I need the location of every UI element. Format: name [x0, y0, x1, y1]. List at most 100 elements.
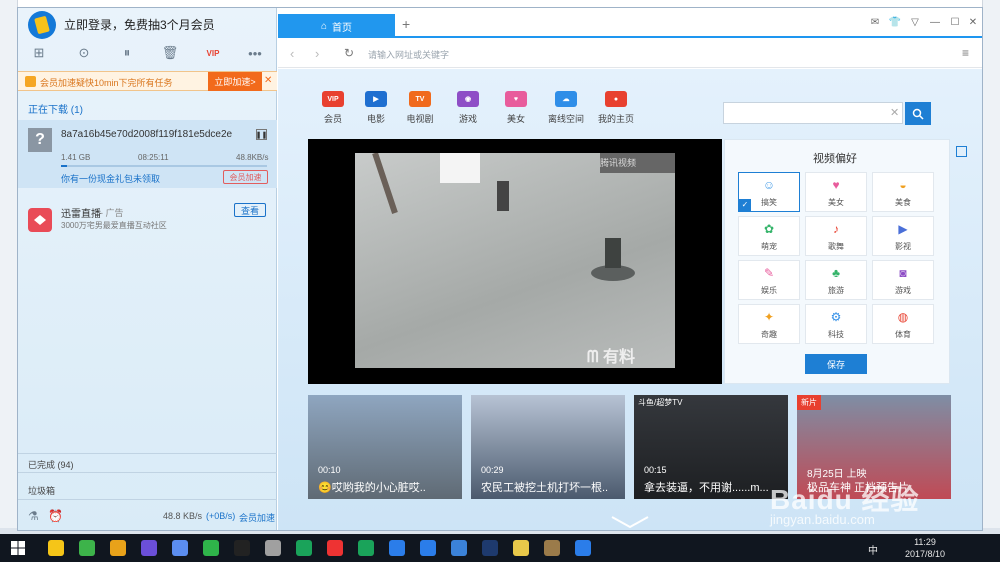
pref-7[interactable]: ♣ 旅游 [805, 260, 867, 300]
new-task-icon[interactable]: ⊞ [30, 44, 48, 62]
completed-section[interactable]: 已完成 (94) [18, 453, 277, 473]
nav-6-icon: ● [605, 91, 627, 107]
nav-item-2[interactable]: TV 电视剧 [400, 91, 440, 125]
pref-10-icon: ⚙ [830, 310, 842, 324]
download-icon[interactable]: ⊙ [75, 44, 93, 62]
grid-toggle-icon[interactable] [956, 146, 967, 157]
video-thumb-1[interactable]: 00:29 农民工被挖土机打坏一根.. [471, 395, 625, 499]
taskbar-app-icon[interactable] [544, 540, 560, 556]
pref-8[interactable]: ◙ 游戏 [872, 260, 934, 300]
status-vip-link[interactable]: 会员加速 [239, 511, 275, 524]
nav-label: 电影 [366, 114, 385, 124]
scroll-down-icon[interactable] [610, 515, 650, 529]
ad-title[interactable]: 迅雷直播 [61, 205, 101, 220]
taskbar-app-icon[interactable] [451, 540, 467, 556]
nav-item-3[interactable]: ◉ 游戏 [448, 91, 488, 125]
taskbar-app-icon[interactable] [79, 540, 95, 556]
delete-icon[interactable]: 🗑 [161, 44, 179, 62]
taskbar-app-icon[interactable] [110, 540, 126, 556]
progress-bar [61, 165, 267, 167]
pref-4[interactable]: ♪ 歌舞 [805, 216, 867, 256]
login-link[interactable]: 立即登录，免费抽3个月会员 [64, 16, 215, 33]
video-thumb-2[interactable]: 斗鱼/超梦TV 00:15 拿去装逼，不用谢......m... [634, 395, 788, 499]
preferences-title: 视频偏好 [813, 153, 857, 165]
vip-icon[interactable]: VIP [204, 44, 222, 62]
nav-item-5[interactable]: ☁ 离线空间 [546, 91, 586, 125]
taskbar-app-icon[interactable] [327, 540, 343, 556]
pref-10[interactable]: ⚙ 科技 [805, 304, 867, 344]
save-button[interactable]: 保存 [805, 354, 867, 374]
promo-accelerate-button[interactable]: 立即加速> [208, 72, 262, 91]
minimize-icon[interactable]: — [928, 15, 942, 29]
nav-item-4[interactable]: ♥ 美女 [496, 91, 536, 125]
taskbar-app-icon[interactable] [141, 540, 157, 556]
pref-label: 游戏 [895, 286, 911, 295]
pref-2[interactable]: ◒ 美食 [872, 172, 934, 212]
close-icon[interactable]: ✕ [264, 75, 272, 86]
video-thumb-0[interactable]: 00:10 😊哎哟我的小心脏哎.. [308, 395, 462, 499]
more-icon[interactable]: ••• [246, 44, 264, 62]
tab-home[interactable]: ⌂ 首页 [278, 14, 395, 38]
taskbar-app-icon[interactable] [358, 540, 374, 556]
trash-section[interactable]: 垃圾箱 [18, 480, 277, 500]
pref-11[interactable]: ◍ 体育 [872, 304, 934, 344]
menu-icon[interactable]: ▽ [908, 15, 922, 29]
clock[interactable]: 11:29 2017/8/10 [905, 536, 945, 560]
taskbar-app-icon[interactable] [420, 540, 436, 556]
back-icon[interactable]: ‹ [290, 46, 294, 61]
mail-icon[interactable]: ✉ [868, 15, 882, 29]
pref-0[interactable]: ☺ 搞笑 ✓ [738, 172, 800, 212]
hamburger-icon[interactable]: ≡ [962, 46, 969, 60]
nav-item-0[interactable]: VIP 会员 [313, 91, 353, 125]
ime-indicator[interactable]: 中 [868, 542, 878, 557]
ad-view-button[interactable]: 查看 [234, 203, 266, 217]
taskbar-app-icon[interactable] [482, 540, 498, 556]
taskbar-app-icon[interactable] [389, 540, 405, 556]
downloading-header[interactable]: 正在下载 (1) [28, 101, 83, 116]
taskbar-app-icon[interactable] [296, 540, 312, 556]
taskbar-app-icon[interactable] [172, 540, 188, 556]
ad-description: 3000万宅男最爱直播互动社区 [61, 221, 167, 230]
taskbar-app-icon[interactable] [203, 540, 219, 556]
taskbar-app-icon[interactable] [513, 540, 529, 556]
download-task-row[interactable]: ? 8a7a16b45e70d2008f119f181e5dce2e ❚❚ 1.… [18, 120, 277, 188]
pref-6[interactable]: ✎ 娱乐 [738, 260, 800, 300]
shirt-icon[interactable]: 👕 [888, 15, 902, 29]
nav-item-6[interactable]: ● 我的主页 [596, 91, 636, 125]
taskbar-app-icon[interactable] [575, 540, 591, 556]
flask-icon[interactable]: ⚗ [28, 509, 39, 523]
trash-label: 垃圾箱 [28, 486, 56, 496]
nav-item-1[interactable]: ▶ 电影 [356, 91, 396, 125]
url-input[interactable]: 请输入网址或关键字 [368, 48, 449, 61]
new-tab-button[interactable]: + [402, 16, 410, 32]
avatar[interactable] [28, 11, 56, 39]
pref-2-icon: ◒ [899, 178, 907, 192]
pref-5-icon: ▶ [898, 222, 908, 236]
search-input[interactable]: ✕ [723, 102, 903, 124]
clock-time: 11:29 [914, 537, 936, 547]
video-player[interactable]: 腾讯视频 ᗰ 有料 [308, 139, 722, 384]
pref-3[interactable]: ✿ 萌宠 [738, 216, 800, 256]
maximize-icon[interactable]: ☐ [948, 15, 962, 29]
alarm-icon[interactable]: ⏰ [48, 509, 63, 523]
gift-link[interactable]: 你有一份现金礼包未领取 [61, 172, 160, 185]
taskbar-app-icon[interactable] [234, 540, 250, 556]
taskbar-app-icon[interactable] [265, 540, 281, 556]
task-pause-icon[interactable]: ❚❚ [256, 129, 267, 140]
pref-1[interactable]: ♥ 美女 [805, 172, 867, 212]
taskbar-app-icon[interactable] [48, 540, 64, 556]
video-watermark-top: 腾讯视频 [600, 158, 637, 168]
total-speed: 48.8 KB/s [163, 511, 203, 521]
search-button[interactable] [905, 102, 931, 125]
windows-start-icon[interactable] [10, 540, 26, 556]
thumb-duration: 00:10 [318, 465, 341, 475]
vip-accelerate-button[interactable]: 会员加速 [223, 170, 268, 184]
pause-icon[interactable]: ⏸ [118, 44, 136, 62]
clear-icon[interactable]: ✕ [890, 106, 899, 119]
home-icon: ⌂ [320, 20, 328, 32]
close-icon[interactable]: ✕ [966, 15, 980, 29]
pref-5[interactable]: ▶ 影视 [872, 216, 934, 256]
pref-9[interactable]: ✦ 奇趣 [738, 304, 800, 344]
refresh-icon[interactable]: ↻ [344, 46, 354, 60]
forward-icon[interactable]: › [315, 46, 319, 61]
